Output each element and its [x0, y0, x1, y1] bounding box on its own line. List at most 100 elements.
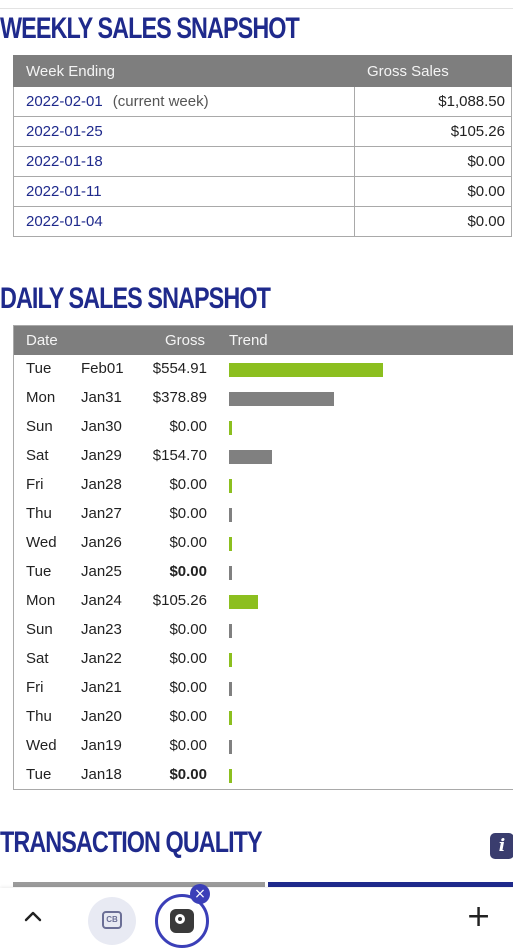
tab-thumbnail-label: CB [102, 911, 122, 929]
week-ending-cell: 2022-01-04 [13, 206, 355, 237]
quality-bar-right [268, 882, 513, 887]
date-header: Date [26, 332, 58, 349]
gross-sales-cell: $0.00 [354, 146, 512, 177]
date-cell: Feb01 [81, 360, 124, 377]
daily-header-row: Date Gross Trend [14, 326, 513, 355]
gross-cell: $0.00 [169, 563, 207, 580]
gross-cell: $554.91 [152, 360, 207, 377]
gross-sales-header: Gross Sales [354, 55, 512, 87]
date-cell: Jan24 [81, 592, 122, 609]
chevron-up-icon[interactable] [20, 904, 46, 930]
day-cell: Tue [26, 360, 52, 377]
trend-bar [229, 363, 383, 377]
day-cell: Thu [26, 708, 52, 725]
daily-row: Sun Jan23 $0.00 [14, 617, 513, 646]
weekly-row: 2022-01-18 $0.00 [13, 146, 512, 177]
weekly-row: 2022-02-01 (current week) $1,088.50 [13, 86, 512, 117]
trend-bar [229, 682, 232, 696]
daily-row: Thu Jan20 $0.00 [14, 704, 513, 733]
gross-cell: $0.00 [169, 766, 207, 783]
date-cell: Jan19 [81, 737, 122, 754]
weekly-row: 2022-01-11 $0.00 [13, 176, 512, 207]
gross-cell: $0.00 [169, 505, 207, 522]
day-cell: Wed [26, 737, 57, 754]
daily-row: Tue Jan25 $0.00 [14, 559, 513, 588]
week-ending-cell: 2022-01-25 [13, 116, 355, 147]
gross-cell: $105.26 [152, 592, 207, 609]
info-icon[interactable]: i [490, 833, 513, 859]
week-ending-link[interactable]: 2022-01-11 [26, 183, 102, 200]
daily-row: Sun Jan30 $0.00 [14, 414, 513, 443]
date-cell: Jan30 [81, 418, 122, 435]
weekly-row: 2022-01-25 $105.26 [13, 116, 512, 147]
daily-row: Mon Jan24 $105.26 [14, 588, 513, 617]
date-cell: Jan28 [81, 476, 122, 493]
day-cell: Thu [26, 505, 52, 522]
day-cell: Mon [26, 592, 56, 609]
day-cell: Mon [26, 389, 56, 406]
gross-cell: $0.00 [169, 679, 207, 696]
day-cell: Sat [26, 650, 49, 667]
weekly-sales-table: Week Ending Gross Sales 2022-02-01 (curre… [13, 55, 512, 237]
gross-sales-cell: $105.26 [354, 116, 512, 147]
trend-header: Trend [229, 332, 268, 349]
trend-bar [229, 537, 232, 551]
day-cell: Sat [26, 447, 49, 464]
gross-cell: $378.89 [152, 389, 207, 406]
lens-icon [175, 914, 185, 924]
gross-cell: $0.00 [169, 418, 207, 435]
date-cell: Jan25 [81, 563, 122, 580]
bottom-toolbar: CB × + [0, 884, 513, 951]
daily-row: Mon Jan31 $378.89 [14, 385, 513, 414]
trend-bar [229, 392, 334, 406]
gross-cell: $0.00 [169, 650, 207, 667]
week-ending-link[interactable]: 2022-01-18 [26, 153, 103, 170]
date-cell: Jan20 [81, 708, 122, 725]
current-week-note: (current week) [112, 93, 209, 110]
trend-bar [229, 595, 258, 609]
trend-bar [229, 450, 272, 464]
daily-row: Thu Jan27 $0.00 [14, 501, 513, 530]
week-ending-link[interactable]: 2022-01-04 [26, 213, 103, 230]
gross-cell: $0.00 [169, 476, 207, 493]
close-tab-icon[interactable]: × [190, 884, 210, 904]
gross-cell: $0.00 [169, 534, 207, 551]
date-cell: Jan26 [81, 534, 122, 551]
week-ending-cell: 2022-01-18 [13, 146, 355, 177]
daily-row: Fri Jan28 $0.00 [14, 472, 513, 501]
week-ending-header: Week Ending [13, 55, 355, 87]
new-tab-plus-icon[interactable]: + [466, 902, 491, 932]
day-cell: Tue [26, 563, 52, 580]
gross-cell: $0.00 [169, 708, 207, 725]
top-divider [0, 8, 513, 9]
lens-app-icon [170, 909, 194, 933]
date-cell: Jan18 [81, 766, 122, 783]
gross-header: Gross [165, 332, 206, 349]
daily-row: Fri Jan21 $0.00 [14, 675, 513, 704]
trend-bar [229, 769, 232, 783]
week-ending-cell: 2022-02-01 (current week) [13, 86, 355, 117]
week-ending-link[interactable]: 2022-02-01 [26, 93, 103, 110]
weekly-header-row: Week Ending Gross Sales [13, 55, 512, 87]
date-cell: Jan29 [81, 447, 122, 464]
gross-sales-cell: $0.00 [354, 206, 512, 237]
week-ending-link[interactable]: 2022-01-25 [26, 123, 103, 140]
date-cell: Jan22 [81, 650, 122, 667]
date-cell: Jan31 [81, 389, 122, 406]
gross-sales-cell: $1,088.50 [354, 86, 512, 117]
daily-row: Tue Jan18 $0.00 [14, 762, 513, 791]
trend-bar [229, 624, 232, 638]
quality-bar-left [13, 882, 265, 887]
day-cell: Fri [26, 679, 44, 696]
daily-sales-title: DAILY SALES SNAPSHOT [0, 282, 271, 315]
day-cell: Tue [26, 766, 52, 783]
trend-bar [229, 479, 232, 493]
gross-cell: $0.00 [169, 621, 207, 638]
daily-row: Wed Jan19 $0.00 [14, 733, 513, 762]
daily-row: Sat Jan22 $0.00 [14, 646, 513, 675]
weekly-sales-title: WEEKLY SALES SNAPSHOT [0, 12, 300, 45]
trend-bar [229, 740, 232, 754]
transaction-quality-title: TRANSACTION QUALITY [0, 826, 263, 859]
date-cell: Jan27 [81, 505, 122, 522]
tab-thumbnail[interactable]: CB [88, 897, 136, 945]
